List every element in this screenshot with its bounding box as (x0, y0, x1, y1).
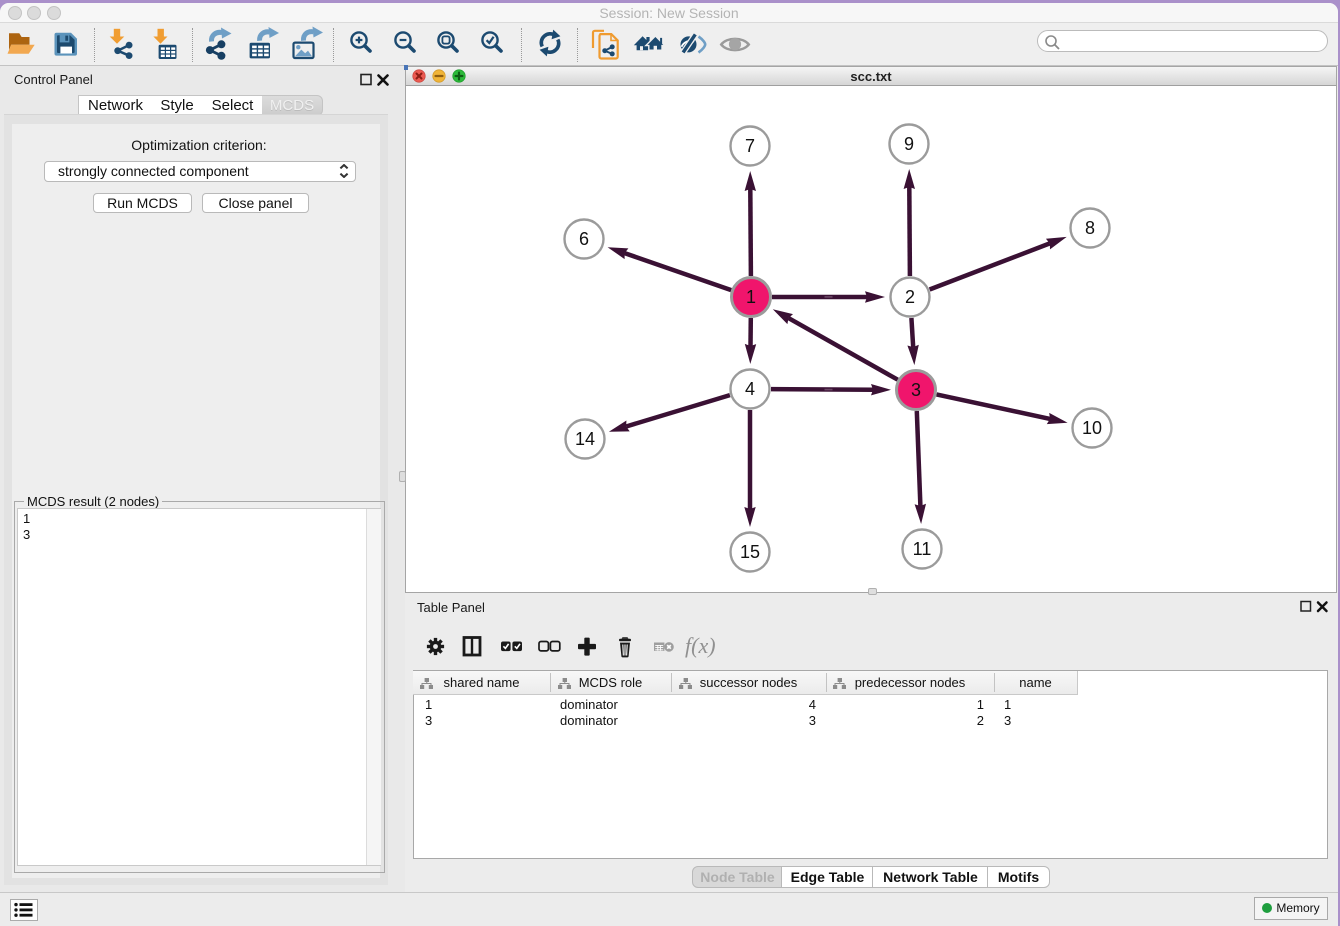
svg-text:7: 7 (745, 136, 755, 156)
svg-text:3: 3 (911, 380, 921, 400)
svg-text:11: 11 (913, 539, 932, 559)
svg-text:4: 4 (745, 379, 755, 399)
svg-text:2: 2 (905, 287, 915, 307)
svg-text:8: 8 (1085, 218, 1095, 238)
svg-text:6: 6 (579, 229, 589, 249)
svg-text:10: 10 (1082, 418, 1102, 438)
svg-text:1: 1 (746, 287, 756, 307)
svg-text:15: 15 (740, 542, 760, 562)
svg-text:9: 9 (904, 134, 914, 154)
svg-text:14: 14 (575, 429, 595, 449)
